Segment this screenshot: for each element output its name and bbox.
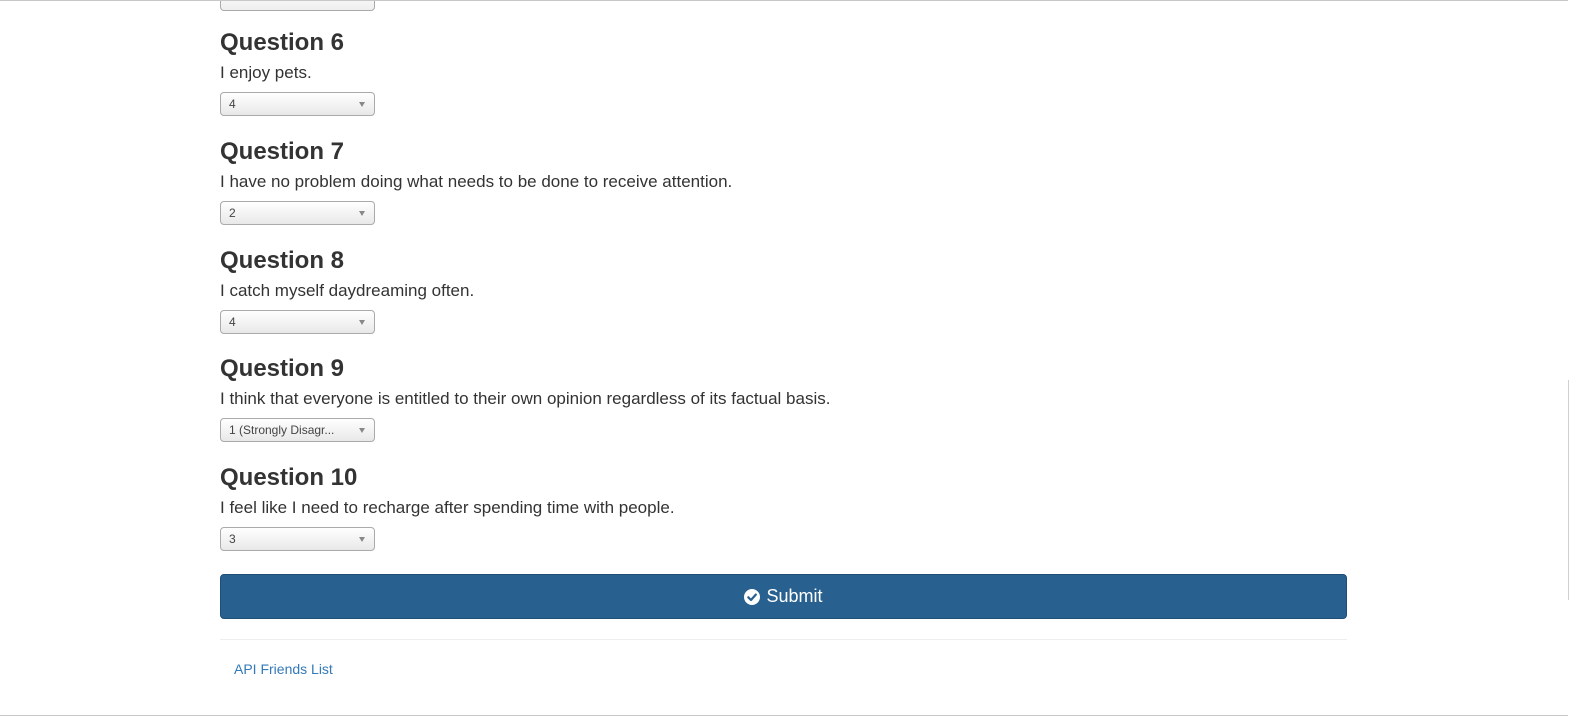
footer-divider [220, 639, 1347, 640]
select-value: 1 (Strongly Disagr... [229, 423, 335, 437]
select-value: 4 [229, 97, 236, 111]
scrollbar-track[interactable] [1568, 380, 1569, 600]
dropdown-arrow-icon [359, 102, 365, 107]
question-text: I think that everyone is entitled to the… [220, 389, 831, 408]
dropdown-arrow-icon [359, 428, 365, 433]
submit-label: Submit [766, 586, 823, 606]
question-text: I catch myself daydreaming often. [220, 281, 475, 300]
page-frame: Question 6 I enjoy pets. 4 Question 7 I … [0, 0, 1568, 716]
question-10-select[interactable]: 3 [220, 527, 375, 551]
question-8-select[interactable]: 4 [220, 310, 375, 334]
question-6-select[interactable]: 4 [220, 92, 375, 116]
question-5-select-partial[interactable] [220, 1, 375, 11]
dropdown-arrow-icon [359, 211, 365, 216]
question-9-select[interactable]: 1 (Strongly Disagr... [220, 418, 375, 442]
question-7-select[interactable]: 2 [220, 201, 375, 225]
question-title: Question 9 [220, 355, 345, 382]
question-text: I enjoy pets. [220, 63, 312, 82]
window-edge [1568, 0, 1587, 723]
question-title: Question 8 [220, 247, 345, 274]
question-7: Question 7 I have no problem doing what … [220, 138, 1347, 225]
question-6: Question 6 I enjoy pets. 4 [220, 29, 1347, 116]
select-value: 4 [229, 315, 236, 329]
dropdown-arrow-icon [359, 537, 365, 542]
question-title: Question 10 [220, 464, 358, 491]
question-text: I feel like I need to recharge after spe… [220, 498, 675, 517]
select-value: 2 [229, 206, 236, 220]
select-value: 3 [229, 532, 236, 546]
question-text: I have no problem doing what needs to be… [220, 172, 733, 191]
question-9: Question 9 I think that everyone is enti… [220, 355, 1347, 442]
api-friends-list-link[interactable]: API Friends List [234, 661, 333, 677]
check-circle-icon [744, 588, 761, 605]
dropdown-arrow-icon [359, 320, 365, 325]
question-10: Question 10 I feel like I need to rechar… [220, 464, 1347, 551]
question-title: Question 6 [220, 29, 345, 56]
question-8: Question 8 I catch myself daydreaming of… [220, 247, 1347, 334]
question-title: Question 7 [220, 138, 345, 165]
submit-button[interactable]: Submit [220, 574, 1347, 619]
